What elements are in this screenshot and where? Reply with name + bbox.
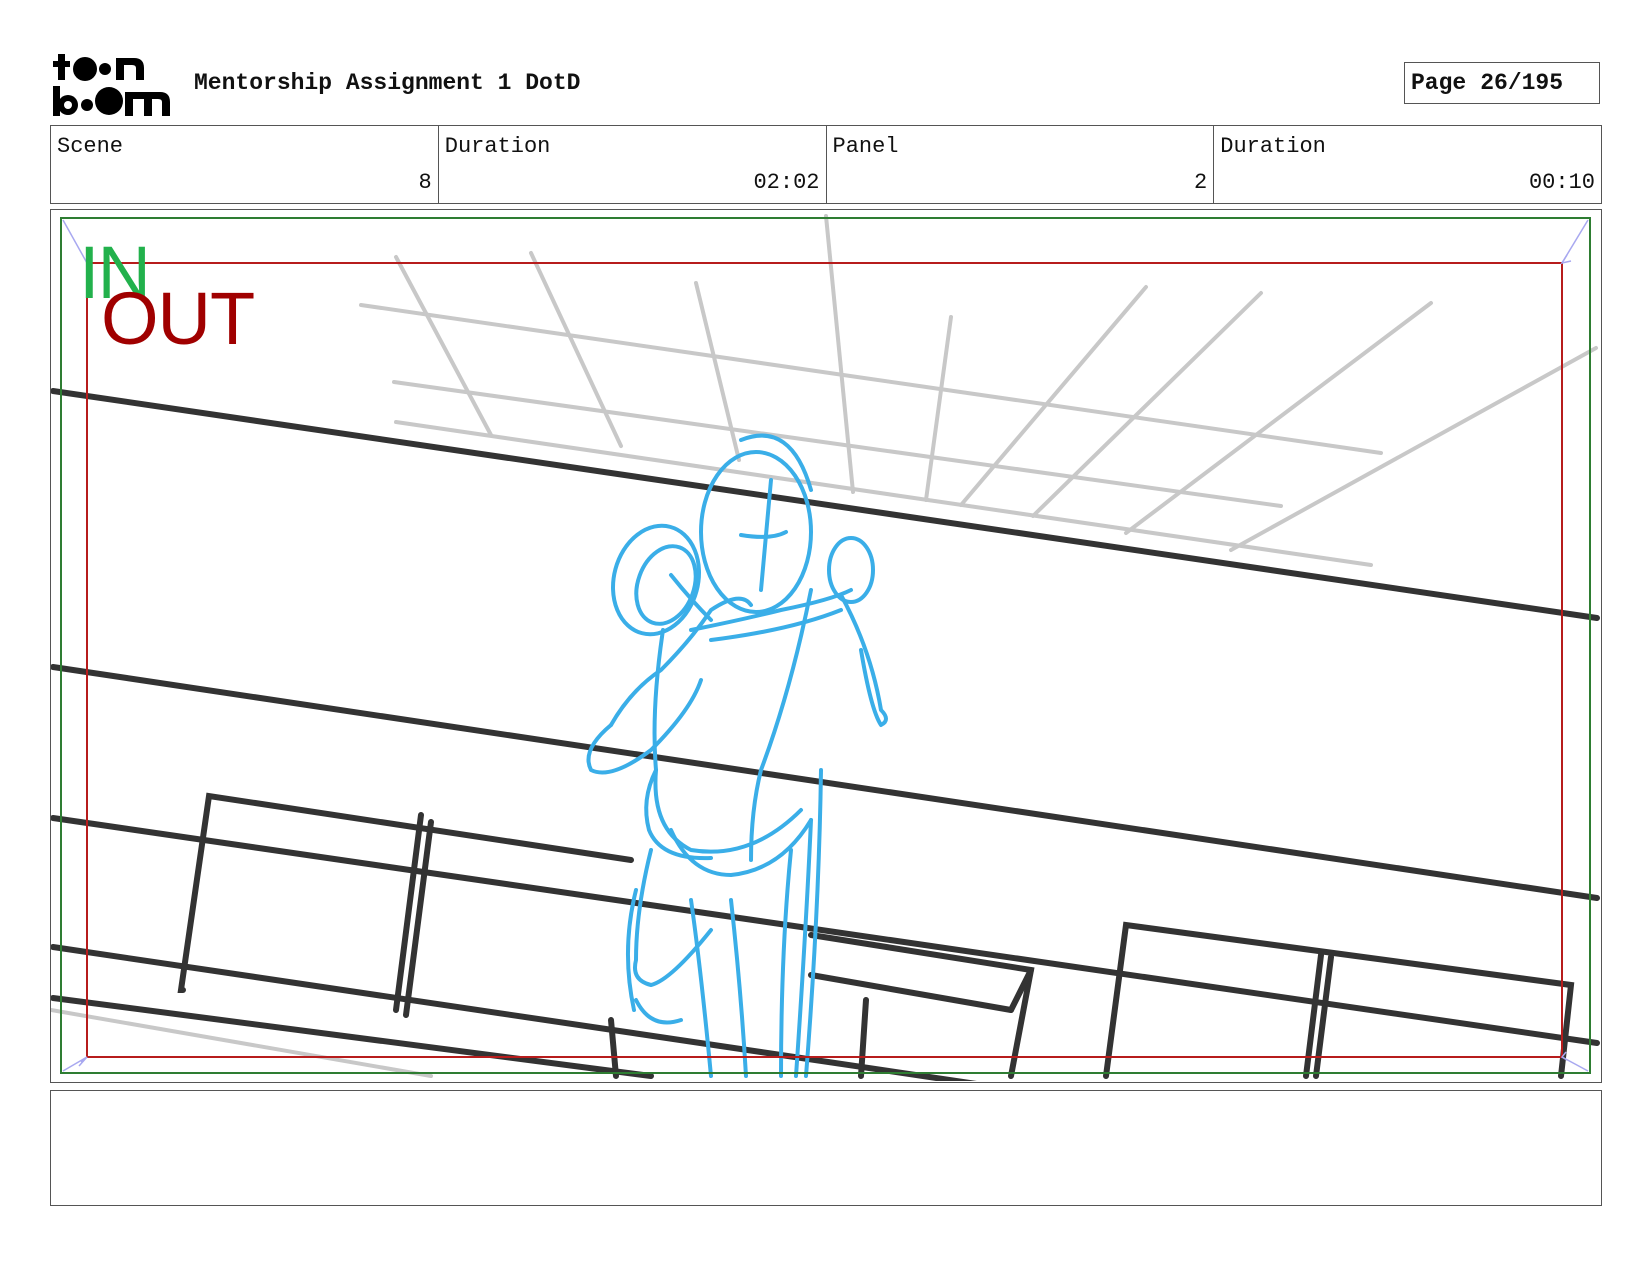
panel-notes[interactable] [50, 1090, 1602, 1206]
hall-lines-sketch [51, 388, 1600, 1081]
page-indicator: Page 26/195 [1404, 62, 1600, 104]
document-title: Mentorship Assignment 1 DotD [194, 70, 581, 96]
out-frame-label: OUT [101, 277, 255, 360]
page-label: Page [1411, 70, 1467, 96]
toon-boom-logo [52, 50, 172, 118]
scene-value: 8 [418, 170, 432, 195]
scene-duration-cell: Duration 02:02 [439, 126, 827, 203]
scene-label: Scene [57, 134, 124, 159]
panel-duration-value: 00:10 [1528, 170, 1595, 195]
page-number: 26/195 [1480, 70, 1564, 96]
storyboard-panel: IN OUT [50, 209, 1602, 1083]
toon-boom-logo-mark [53, 54, 170, 116]
panel-duration-label: Duration [1220, 134, 1326, 159]
panel-value: 2 [1194, 170, 1208, 195]
panel-info-bar: Scene 8 Duration 02:02 Panel 2 Duration … [50, 125, 1602, 204]
ceiling-grid-sketch [51, 214, 1598, 1078]
scene-duration-label: Duration [444, 134, 551, 159]
panel-label: Panel [832, 134, 899, 159]
scene-cell: Scene 8 [51, 126, 439, 203]
panel-cell: Panel 2 [827, 126, 1215, 203]
frame-corner-arrows [62, 219, 1589, 1072]
panel-sketch [51, 214, 1600, 1081]
panel-duration-cell: Duration 00:10 [1214, 126, 1601, 203]
scene-duration-value: 02:02 [753, 170, 820, 195]
in-frame [60, 217, 1591, 1074]
